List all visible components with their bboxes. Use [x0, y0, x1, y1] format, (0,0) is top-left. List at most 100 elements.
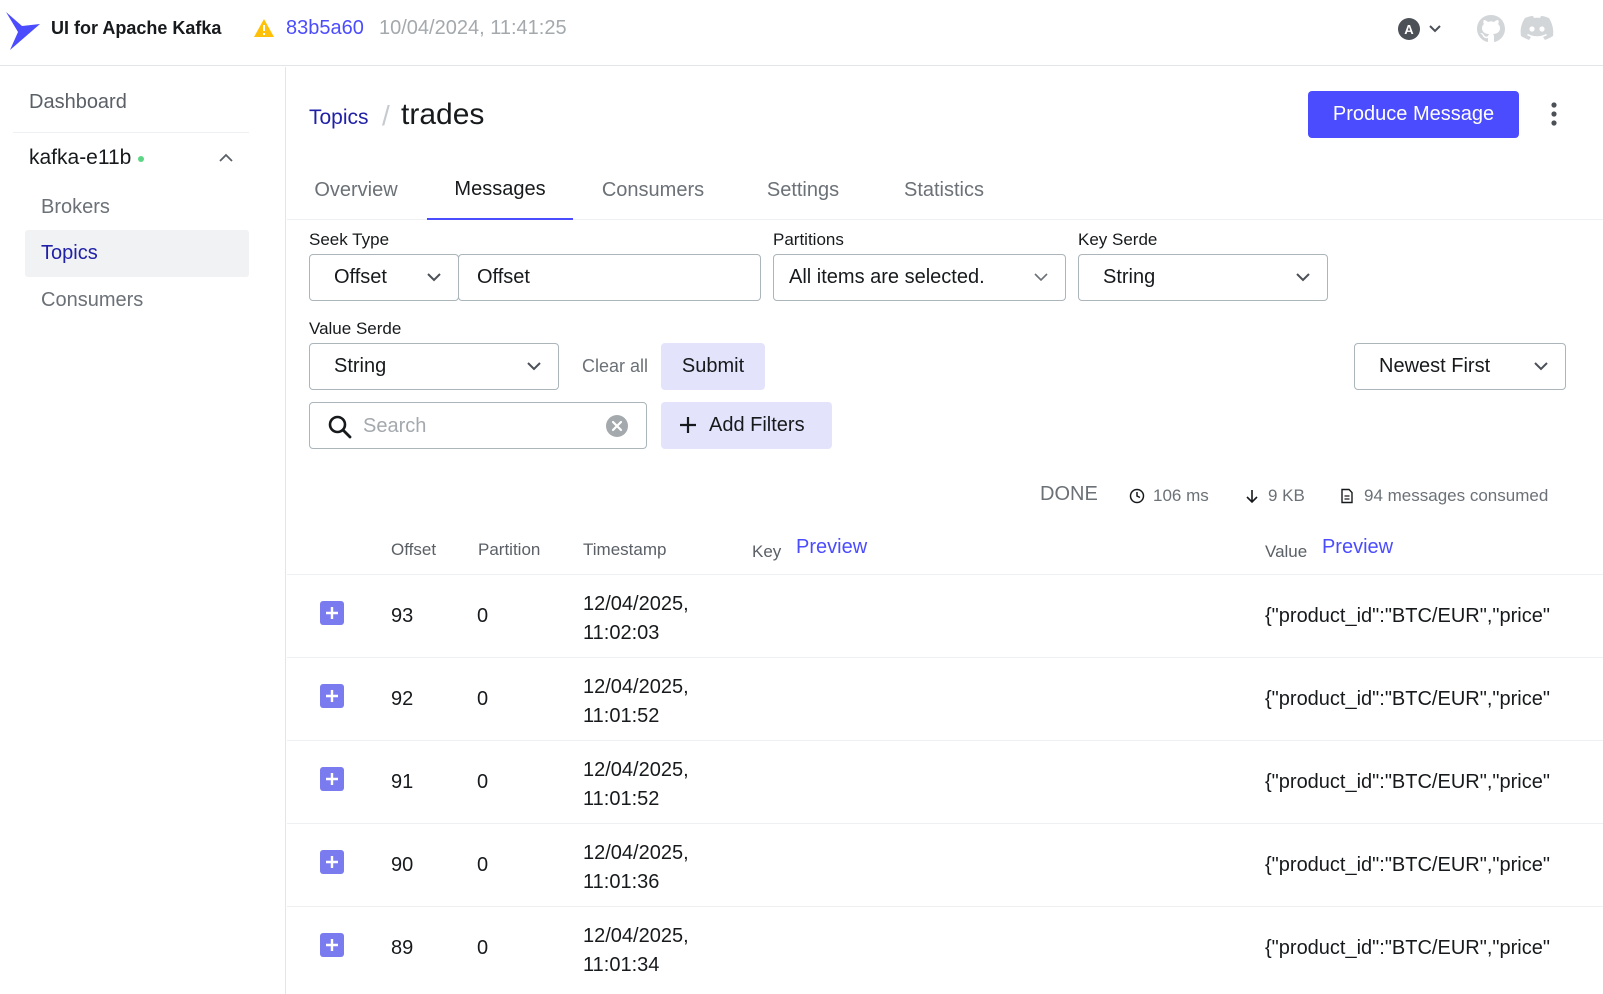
partitions-label: Partitions [773, 230, 844, 249]
key-preview-link[interactable]: Preview [796, 536, 867, 558]
key-serde-select[interactable]: String [1078, 254, 1328, 301]
expand-row-icon[interactable] [320, 767, 344, 791]
row-date: 12/04/2025, [583, 842, 689, 864]
row-partition: 0 [477, 854, 489, 876]
tab-settings[interactable]: Settings [761, 160, 845, 220]
value-preview-link[interactable]: Preview [1322, 536, 1393, 558]
table-row[interactable]: 92 0 12/04/2025, 11:01:52 {"product_id":"… [287, 657, 1603, 740]
row-timestamp: 12/04/2025, 11:01:34 [583, 922, 723, 980]
row-timestamp: 12/04/2025, 11:01:52 [583, 673, 723, 731]
arrow-down-icon [1246, 490, 1258, 504]
sidebar-item-consumers[interactable]: Consumers [25, 277, 249, 324]
chevron-down-icon [1034, 273, 1048, 282]
row-offset: 89 [391, 937, 414, 959]
commit-hash-link[interactable]: 83b5a60 [286, 17, 364, 40]
expand-row-icon[interactable] [320, 601, 344, 625]
row-offset: 92 [391, 688, 414, 710]
value-serde-select[interactable]: String [309, 343, 559, 390]
app-title[interactable]: UI for Apache Kafka [51, 18, 221, 39]
seek-type-select[interactable]: Offset [309, 254, 459, 301]
plus-icon [680, 417, 696, 433]
top-navbar: UI for Apache Kafka 83b5a60 10/04/2024, … [0, 0, 1603, 66]
row-partition: 0 [477, 688, 489, 710]
expand-row-icon[interactable] [320, 684, 344, 708]
row-time: 11:02:03 [583, 622, 660, 644]
kafka-logo-icon[interactable] [6, 10, 40, 50]
search-placeholder: Search [363, 415, 427, 437]
offset-input[interactable]: Offset [458, 254, 761, 301]
add-filters-label: Add Filters [709, 414, 805, 436]
sort-order-value: Newest First [1379, 355, 1491, 377]
value-serde-label: Value Serde [309, 319, 402, 338]
chevron-up-icon[interactable] [218, 152, 234, 164]
tab-messages[interactable]: Messages [427, 160, 573, 220]
tab-consumers[interactable]: Consumers [596, 160, 710, 220]
row-date: 12/04/2025, [583, 593, 689, 615]
row-time: 11:01:52 [583, 705, 660, 727]
table-row[interactable]: 89 0 12/04/2025, 11:01:34 {"product_id":"… [287, 906, 1603, 994]
topic-tabs: Overview Messages Consumers Settings Sta… [287, 160, 1603, 220]
chevron-down-icon [1534, 362, 1548, 371]
sidebar-item-brokers[interactable]: Brokers [25, 184, 249, 231]
more-options-icon[interactable] [1544, 100, 1564, 130]
row-offset: 90 [391, 854, 414, 876]
value-serde-value: String [334, 355, 387, 377]
row-value: {"product_id":"BTC/EUR","price" [1265, 854, 1550, 876]
column-offset: Offset [391, 540, 437, 559]
sidebar-divider [13, 132, 249, 133]
column-partition: Partition [478, 540, 541, 559]
user-menu[interactable]: A [1398, 16, 1442, 42]
row-value: {"product_id":"BTC/EUR","price" [1265, 937, 1550, 959]
table-row[interactable]: 90 0 12/04/2025, 11:01:36 {"product_id":"… [287, 823, 1603, 906]
column-value: Value Preview [1265, 536, 1393, 561]
sidebar-item-dashboard[interactable]: Dashboard [29, 91, 127, 114]
row-time: 11:01:36 [583, 871, 660, 893]
sidebar-item-topics[interactable]: Topics [25, 230, 249, 277]
bytes-value: 9 KB [1268, 486, 1305, 505]
row-date: 12/04/2025, [583, 676, 689, 698]
key-serde-label: Key Serde [1078, 230, 1158, 249]
chevron-down-icon [1429, 25, 1441, 33]
row-date: 12/04/2025, [583, 759, 689, 781]
row-timestamp: 12/04/2025, 11:01:52 [583, 756, 723, 814]
submit-button[interactable]: Submit [661, 343, 765, 390]
table-row[interactable]: 93 0 12/04/2025, 11:02:03 {"product_id":"… [287, 574, 1603, 657]
row-offset: 91 [391, 771, 414, 793]
breadcrumb-topics-link[interactable]: Topics [309, 106, 369, 130]
discord-icon[interactable] [1519, 14, 1555, 44]
build-date: 10/04/2024, 11:41:25 [379, 17, 567, 39]
column-timestamp: Timestamp [583, 540, 667, 559]
chevron-down-icon [1296, 273, 1310, 282]
add-filters-button[interactable]: Add Filters [661, 402, 832, 449]
search-icon [328, 415, 352, 439]
seek-type-value: Offset [334, 266, 387, 288]
row-date: 12/04/2025, [583, 925, 689, 947]
row-timestamp: 12/04/2025, 11:02:03 [583, 590, 723, 648]
search-input[interactable]: Search [309, 402, 647, 449]
row-partition: 0 [477, 771, 489, 793]
row-partition: 0 [477, 937, 489, 959]
expand-row-icon[interactable] [320, 850, 344, 874]
tab-overview[interactable]: Overview [309, 160, 403, 220]
sidebar-cluster[interactable]: kafka-e11b [29, 146, 145, 170]
consumed-value: 94 messages consumed [1364, 486, 1549, 505]
key-serde-value: String [1103, 266, 1156, 288]
sidebar: Dashboard kafka-e11b Brokers Topics Cons… [0, 67, 286, 994]
produce-message-button[interactable]: Produce Message [1308, 91, 1519, 138]
cluster-name: kafka-e11b [29, 146, 132, 169]
partitions-select[interactable]: All items are selected. [773, 254, 1066, 301]
seek-type-label: Seek Type [309, 230, 390, 249]
user-avatar: A [1398, 18, 1420, 40]
clear-search-icon[interactable] [605, 414, 629, 438]
github-icon[interactable] [1475, 13, 1507, 45]
cluster-status-dot [138, 156, 145, 162]
clear-all-button[interactable]: Clear all [582, 356, 648, 377]
table-row[interactable]: 91 0 12/04/2025, 11:01:52 {"product_id":"… [287, 740, 1603, 823]
sort-order-select[interactable]: Newest First [1354, 343, 1566, 390]
breadcrumb-separator: / [382, 100, 390, 131]
column-key: Key Preview [752, 536, 867, 561]
tab-statistics[interactable]: Statistics [897, 160, 991, 220]
row-value: {"product_id":"BTC/EUR","price" [1265, 688, 1550, 710]
expand-row-icon[interactable] [320, 933, 344, 957]
clock-icon [1129, 488, 1145, 504]
